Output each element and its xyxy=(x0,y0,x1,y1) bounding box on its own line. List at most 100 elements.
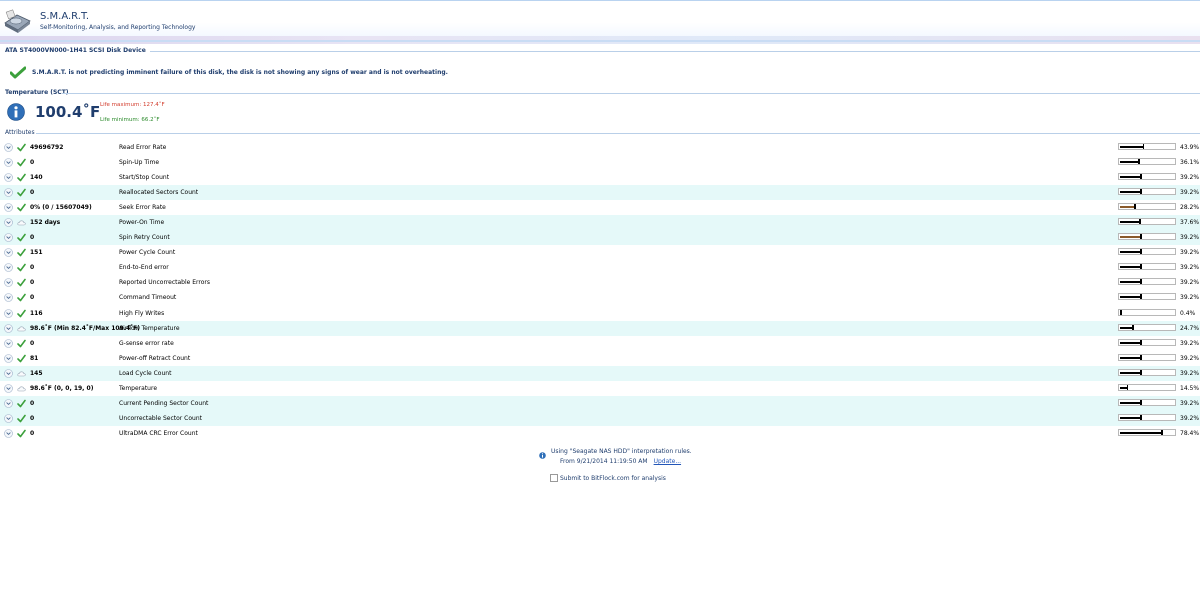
attribute-name: Current Pending Sector Count xyxy=(119,399,209,407)
health-bar xyxy=(1118,383,1176,391)
chevron-down-icon[interactable] xyxy=(4,368,13,378)
table-row[interactable]: 116 High Fly Writes 0.4% xyxy=(0,306,1200,321)
table-row[interactable]: 0 Command Timeout 39.2% xyxy=(0,290,1200,305)
health-bar-fill xyxy=(1120,326,1134,329)
health-bar xyxy=(1118,173,1176,181)
table-row[interactable]: 81 Power-off Retract Count 39.2% xyxy=(0,351,1200,366)
health-percent: 14.5% xyxy=(1180,384,1200,392)
health-bar-fill xyxy=(1120,401,1142,404)
chevron-down-icon[interactable] xyxy=(4,338,13,348)
attribute-value: 0 xyxy=(30,159,35,167)
table-row[interactable]: 151 Power Cycle Count 39.2% xyxy=(0,245,1200,260)
health-bar xyxy=(1118,263,1176,271)
table-row[interactable]: 98.6˚F (Min 82.4˚F/Max 109.4˚F) Airflow T… xyxy=(0,320,1200,336)
attribute-name: Spin Retry Count xyxy=(119,234,170,242)
table-row[interactable]: 0 UltraDMA CRC Error Count 78.4% xyxy=(0,426,1200,441)
temperature-value: 100.4˚F xyxy=(35,103,101,121)
checkmark-icon xyxy=(17,143,26,152)
checkmark-icon xyxy=(10,66,26,79)
health-percent: 39.2% xyxy=(1180,174,1200,182)
attribute-name: Airflow Temperature xyxy=(119,324,180,332)
chevron-down-icon[interactable] xyxy=(4,323,13,333)
health-percent: 39.2% xyxy=(1180,339,1200,347)
attribute-value: 0 xyxy=(30,294,35,302)
attribute-name: Load Cycle Count xyxy=(119,369,172,377)
health-bar xyxy=(1118,338,1176,346)
app-subtitle: Self-Monitoring, Analysis, and Reporting… xyxy=(40,24,196,31)
submit-checkbox[interactable] xyxy=(550,474,558,482)
table-row[interactable]: 0 Spin-Up Time 36.1% xyxy=(0,155,1200,170)
attribute-value: 0 xyxy=(30,429,35,437)
table-row[interactable]: 0 Spin Retry Count 39.2% xyxy=(0,230,1200,246)
chevron-down-icon[interactable] xyxy=(4,398,13,408)
health-bar-marker xyxy=(1140,354,1142,360)
health-bar-fill xyxy=(1120,266,1142,269)
table-row[interactable]: 0 Reported Uncorrectable Errors 39.2% xyxy=(0,275,1200,290)
table-row[interactable]: 98.6˚F (0, 0, 19, 0) Temperature 14.5% xyxy=(0,381,1200,396)
chevron-down-icon[interactable] xyxy=(4,429,13,438)
health-bar-marker xyxy=(1140,174,1142,180)
chevron-down-icon[interactable] xyxy=(4,353,13,363)
chevron-down-icon[interactable] xyxy=(4,203,13,212)
checkmark-icon xyxy=(17,264,26,272)
chevron-down-icon[interactable] xyxy=(4,218,13,228)
table-row[interactable]: 152 days Power-On Time 37.6% xyxy=(0,215,1200,231)
health-bar xyxy=(1118,413,1176,421)
table-row[interactable]: 49696792 Read Error Rate 43.9% xyxy=(0,140,1200,155)
health-bar xyxy=(1118,248,1176,256)
table-row[interactable]: 0 G-sense error rate 39.2% xyxy=(0,336,1200,351)
health-percent: 39.2% xyxy=(1180,279,1200,287)
attribute-value: 0% (0 / 15607049) xyxy=(30,204,92,212)
health-bar-fill xyxy=(1120,206,1136,209)
chevron-down-icon[interactable] xyxy=(4,263,13,273)
rules-date: From 9/21/2014 11:19:50 AM xyxy=(560,458,648,465)
cloud-icon xyxy=(17,371,26,377)
cloud-icon xyxy=(17,386,26,392)
health-bar-marker xyxy=(1140,369,1142,375)
attribute-value: 140 xyxy=(30,174,43,182)
table-row[interactable]: 0% (0 / 15607049) Seek Error Rate 28.2% xyxy=(0,200,1200,215)
section-divider xyxy=(150,51,1200,52)
chevron-down-icon[interactable] xyxy=(4,248,13,258)
health-bar xyxy=(1118,353,1176,361)
table-row[interactable]: 0 End-to-End error 39.2% xyxy=(0,260,1200,275)
checkmark-icon xyxy=(17,173,26,182)
attribute-name: Spin-Up Time xyxy=(119,159,160,167)
health-percent: 39.2% xyxy=(1180,354,1200,362)
table-row[interactable]: 0 Current Pending Sector Count 39.2% xyxy=(0,395,1200,411)
health-bar-marker xyxy=(1139,219,1141,225)
info-circle-icon xyxy=(7,103,25,121)
table-row[interactable]: 145 Load Cycle Count 39.2% xyxy=(0,365,1200,381)
chevron-down-icon[interactable] xyxy=(4,308,13,318)
attribute-name: Start/Stop Count xyxy=(119,174,170,182)
chevron-down-icon[interactable] xyxy=(4,173,13,182)
table-row[interactable]: 140 Start/Stop Count 39.2% xyxy=(0,170,1200,185)
health-bar xyxy=(1118,293,1176,301)
attribute-name: Reallocated Sectors Count xyxy=(119,189,199,197)
table-row[interactable]: 0 Uncorrectable Sector Count 39.2% xyxy=(0,410,1200,426)
chevron-down-icon[interactable] xyxy=(4,233,13,243)
health-bar-marker xyxy=(1126,384,1129,390)
health-bar-marker xyxy=(1140,294,1142,300)
chevron-down-icon[interactable] xyxy=(4,414,13,423)
health-bar xyxy=(1118,428,1176,436)
chevron-down-icon[interactable] xyxy=(4,188,13,197)
section-divider xyxy=(62,93,1200,94)
health-percent: 78.4% xyxy=(1180,429,1200,437)
attribute-value: 0 xyxy=(30,189,35,197)
update-link[interactable]: Update... xyxy=(654,458,681,465)
health-bar-fill xyxy=(1120,296,1142,299)
health-percent: 39.2% xyxy=(1180,249,1200,257)
chevron-down-icon[interactable] xyxy=(4,143,13,152)
table-row[interactable]: 0 Reallocated Sectors Count 39.2% xyxy=(0,185,1200,201)
chevron-down-icon[interactable] xyxy=(4,293,13,303)
attribute-name: Seek Error Rate xyxy=(119,204,166,212)
health-bar-marker xyxy=(1140,249,1142,255)
checkmark-icon xyxy=(17,188,26,197)
chevron-down-icon[interactable] xyxy=(4,278,13,288)
header-band-line xyxy=(0,40,1200,42)
health-bar-fill xyxy=(1120,416,1142,419)
chevron-down-icon[interactable] xyxy=(4,383,13,393)
chevron-down-icon[interactable] xyxy=(4,158,13,167)
attributes-table: 49696792 Read Error Rate 43.9% 0 Spin-Up Tim… xyxy=(0,140,1200,441)
